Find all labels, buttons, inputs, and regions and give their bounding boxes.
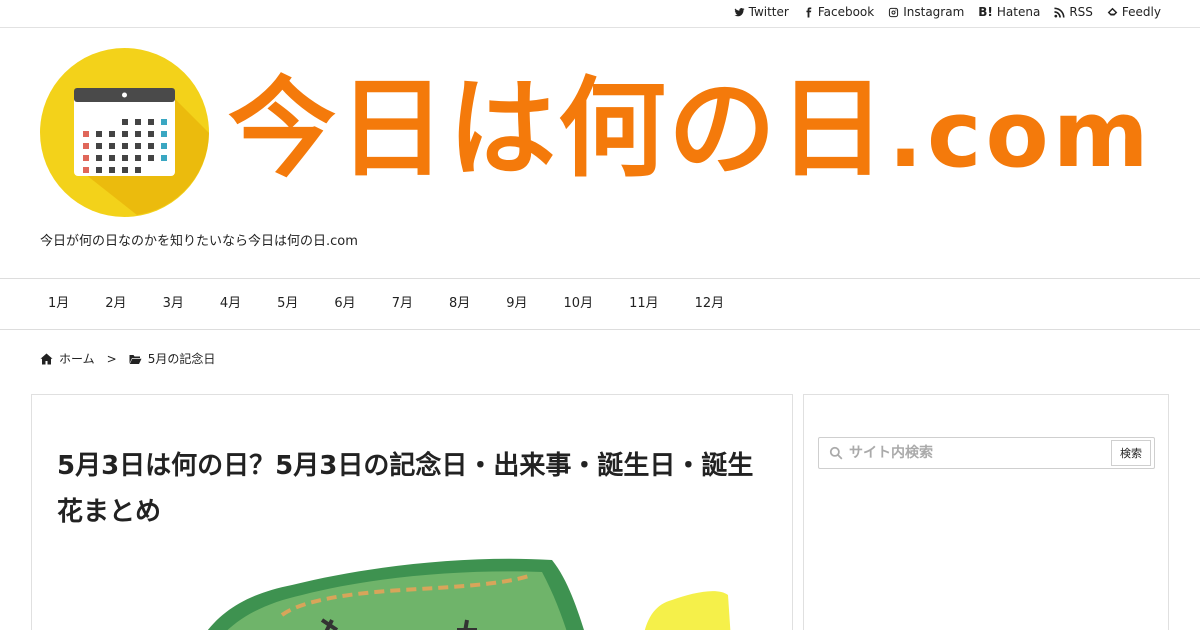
social-link-facebook[interactable]: Facebook [803,5,874,19]
calendar-day-mark [96,143,102,149]
calendar-day-mark [135,155,141,161]
nav-item-month[interactable]: 5月 [259,279,316,329]
search-icon [829,446,843,460]
social-link-rss[interactable]: RSS [1054,5,1093,19]
nav-item-month[interactable]: 2月 [87,279,144,329]
calendar-day-mark [109,167,115,173]
hatena-icon: B! [978,5,993,19]
twitter-icon [734,7,745,16]
home-icon [40,353,53,364]
social-label: Hatena [996,5,1041,19]
search-button[interactable]: 検索 [1111,440,1151,466]
nav-item-month[interactable]: 7月 [374,279,431,329]
calendar-day-mark [96,131,102,137]
breadcrumb-category[interactable]: 5月の記念日 [148,350,216,367]
search-input[interactable] [843,439,1113,467]
calendar-day-mark [161,131,167,137]
calendar-day-mark [135,119,141,125]
sidebar: 検索 [803,394,1169,630]
nav-item-month[interactable]: 3月 [145,279,202,329]
social-label: Feedly [1121,5,1161,19]
nav-item-month[interactable]: 6月 [316,279,373,329]
nav-item-month[interactable]: 1月 [30,279,87,329]
social-link-feedly[interactable]: Feedly [1107,5,1161,19]
social-label: Facebook [817,5,875,19]
calendar-day-mark [122,155,128,161]
calendar-day-mark [148,155,154,161]
top-bar: Twitter Facebook Instagram B! Hatena RSS… [0,0,1200,28]
site-logo-text[interactable]: 今日は何の日.com [228,60,1153,205]
folder-open-icon [129,354,142,364]
nav-item-month[interactable]: 11月 [611,279,677,329]
logo-title: 今日は何の日 [228,67,889,192]
calendar-day-mark [96,167,102,173]
nav-item-month[interactable]: 9月 [488,279,545,329]
breadcrumb-separator: > [106,351,117,366]
social-label: Instagram [903,5,965,19]
calendar-day-mark [135,143,141,149]
logo-suffix: .com [888,81,1153,188]
calendar-day-mark [148,143,154,149]
calendar-day-mark [83,143,89,149]
calendar-day-mark [122,131,128,137]
site-tagline: 今日が何の日なのかを知りたいなら今日は何の日.com [40,234,358,249]
calendar-day-mark [135,131,141,137]
nav-item-month[interactable]: 12月 [677,279,743,329]
nav-item-month[interactable]: 10月 [546,279,612,329]
article-card: 5月3日は何の日？5月3日の記念日・出来事・誕生日・誕生花まとめ [31,394,793,630]
calendar-day-mark [109,155,115,161]
month-nav: 1月 2月 3月 4月 5月 6月 7月 8月 9月 10月 11月 12月 [0,278,1200,330]
breadcrumb-home[interactable]: ホーム [59,350,95,367]
calendar-day-mark [161,155,167,161]
social-label: RSS [1069,5,1093,19]
calendar-day-mark [148,119,154,125]
calendar-day-mark [148,131,154,137]
calendar-day-mark [161,143,167,149]
instagram-icon [889,7,899,17]
calendar-day-mark [83,131,89,137]
social-links: Twitter Facebook Instagram B! Hatena RSS… [734,5,1161,19]
site-search: 検索 [818,437,1155,469]
feedly-icon [1107,7,1118,15]
article-title: 5月3日は何の日？5月3日の記念日・出来事・誕生日・誕生花まとめ [57,451,754,527]
calendar-day-mark [83,167,89,173]
calendar-day-mark [122,167,128,173]
calendar-day-mark [161,119,167,125]
calendar-day-mark [122,119,128,125]
calendar-day-mark [135,167,141,173]
calendar-day-mark [122,143,128,149]
social-label: Twitter [748,5,789,19]
rss-icon [1054,6,1065,18]
nav-item-month[interactable]: 4月 [202,279,259,329]
social-link-twitter[interactable]: Twitter [734,5,789,19]
calendar-logo-icon[interactable] [40,48,209,217]
social-link-instagram[interactable]: Instagram [888,5,964,19]
calendar-day-mark [83,155,89,161]
breadcrumb: ホーム > 5月の記念日 [40,350,215,367]
nav-item-month[interactable]: 8月 [431,279,488,329]
facebook-icon [806,6,812,18]
calendar-day-mark [96,155,102,161]
social-link-hatena[interactable]: B! Hatena [978,5,1040,19]
eyecatch-illustration [207,558,731,630]
calendar-day-mark [109,143,115,149]
calendar-day-mark [109,131,115,137]
